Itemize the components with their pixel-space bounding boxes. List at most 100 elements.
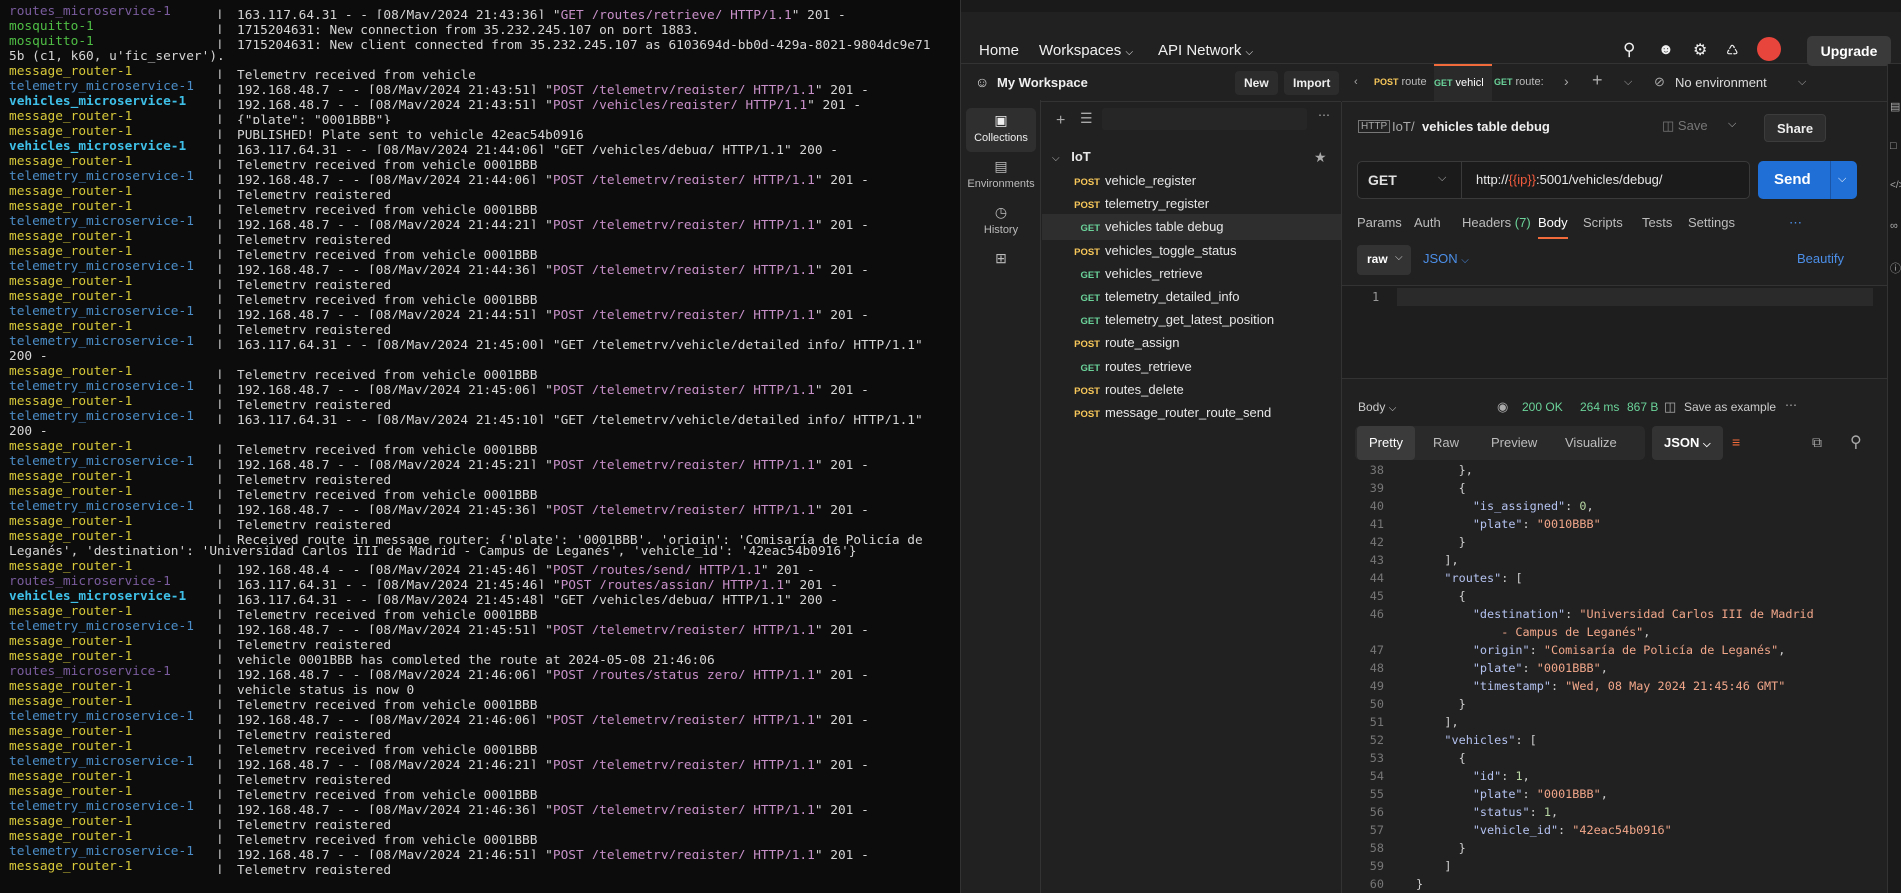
avatar[interactable] (1757, 37, 1781, 61)
wrap-lines-icon[interactable]: ≡ (1732, 434, 1740, 450)
sidebar-item-collections[interactable]: ▣ Collections (966, 108, 1036, 152)
search-icon[interactable]: ⚲ (1623, 40, 1635, 60)
collection-request-item[interactable]: GET vehicles_retrieve (1042, 261, 1341, 287)
workspace-name[interactable]: My Workspace (997, 75, 1088, 90)
tab-preview[interactable]: Preview (1479, 426, 1549, 460)
tab-body[interactable]: Body (1538, 215, 1568, 230)
sidebar-item-environments[interactable]: ▤ Environments (966, 154, 1036, 198)
response-size[interactable]: 867 B (1627, 400, 1658, 414)
service-name: telemetry_microservice-1 (9, 304, 194, 319)
sidebar-item-history[interactable]: ◷ History (966, 200, 1036, 244)
copy-icon[interactable]: ⧉ (1812, 434, 1822, 451)
tab-raw[interactable]: Raw (1421, 426, 1471, 460)
collection-request-item[interactable]: POST telemetry_register (1042, 191, 1341, 217)
more-icon[interactable]: ⋯ (1789, 215, 1802, 231)
sidebar-item-apps[interactable]: ⊞ (966, 246, 1036, 290)
save-as-example-button[interactable]: Save as example (1684, 400, 1776, 414)
collection-request-item[interactable]: POST route_assign (1042, 330, 1341, 356)
add-icon[interactable]: + (1056, 112, 1065, 130)
url-input[interactable]: http://{{ip}}:5001/vehicles/debug/ (1476, 172, 1663, 187)
tab-pretty[interactable]: Pretty (1357, 426, 1415, 460)
log-text: Telemetry registered (237, 188, 392, 199)
chevron-down-icon[interactable]: ⌵ (1728, 118, 1736, 131)
terminal-log[interactable]: routes_microservice-1 | 163.117.64.31 - - … (0, 0, 960, 893)
environment-select[interactable]: No environment (1675, 75, 1767, 90)
status-code[interactable]: 200 OK (1522, 400, 1563, 414)
upgrade-button[interactable]: Upgrade (1807, 36, 1891, 66)
collection-request-item[interactable]: GET telemetry_detailed_info (1042, 284, 1341, 310)
body-lang-select[interactable]: JSON ⌵ (1423, 251, 1469, 266)
new-button[interactable]: New (1235, 71, 1278, 95)
save-button[interactable]: ◫ Save (1662, 118, 1708, 134)
code-token: "Wed, 08 May 2024 21:45:46 GMT" (1565, 679, 1786, 693)
nav-api-network[interactable]: API Network ⌵ (1158, 42, 1253, 59)
response-body[interactable]: 38 }, 39 {40 "is_assigned": 0, 41 "plate":… (1342, 461, 1887, 893)
collection-request-item[interactable]: POST message_router_route_send (1042, 400, 1341, 426)
service-name: message_router-1 (9, 784, 133, 799)
breadcrumb-parent[interactable]: IoT (1392, 119, 1411, 134)
more-icon[interactable]: ⋯ (1785, 398, 1797, 412)
collection-iot[interactable]: ⌵ IoT (1052, 144, 1351, 170)
nav-home[interactable]: Home (979, 42, 1019, 59)
comments-icon[interactable]: □ (1890, 140, 1897, 152)
line-number: 42 (1369, 535, 1384, 549)
related-icon[interactable]: ∞ (1890, 220, 1898, 232)
tab-visualize[interactable]: Visualize (1553, 426, 1629, 460)
filter-icon[interactable]: ☰ (1080, 110, 1093, 127)
request-tab[interactable]: GET route: (1494, 64, 1552, 101)
code-line: 51 ], (1342, 713, 1887, 731)
invite-user-icon[interactable]: ☻ (1658, 41, 1674, 58)
format-select[interactable]: JSON ⌵ (1652, 426, 1723, 460)
request-tab[interactable]: GET vehicl (1434, 64, 1492, 101)
collection-request-item[interactable]: POST vehicles_toggle_status (1042, 238, 1341, 264)
share-button[interactable]: Share (1764, 114, 1827, 142)
service-name: message_router-1 (9, 829, 133, 844)
separator: | (216, 563, 224, 574)
more-icon[interactable]: ⋯ (1318, 108, 1330, 122)
tab-auth[interactable]: Auth (1414, 215, 1441, 230)
chevron-right-icon[interactable]: › (1564, 73, 1569, 89)
collection-request-item[interactable]: GET vehicles table debug (1042, 214, 1341, 241)
info-icon[interactable]: ⓘ (1890, 260, 1901, 276)
chevron-down-icon[interactable]: ⌵ (1438, 172, 1446, 185)
collection-request-item[interactable]: POST routes_delete (1042, 377, 1341, 403)
response-body-select[interactable]: Body ⌵ (1358, 400, 1396, 414)
request-body-editor[interactable]: 1 (1342, 285, 1887, 379)
request-subtabs: Params Auth Headers (7) Body Scripts Tes… (1357, 215, 1901, 239)
import-button[interactable]: Import (1284, 71, 1340, 95)
search-icon[interactable]: ⚲ (1850, 432, 1862, 452)
chevron-down-icon[interactable]: ⌵ (1624, 76, 1632, 89)
tab-tests[interactable]: Tests (1642, 215, 1672, 230)
tab-headers[interactable]: Headers (7) (1462, 215, 1531, 230)
log-text: POST /routes/status_zero/ HTTP/1.1 (552, 668, 815, 679)
log-text: PUBLISHED! Plate sent to vehicle 42eac54… (237, 128, 584, 139)
globe-icon[interactable]: ◉ (1497, 399, 1508, 415)
docs-icon[interactable]: ▤ (1890, 100, 1900, 113)
bell-icon[interactable]: ♺ (1726, 42, 1739, 59)
collection-request-item[interactable]: POST vehicle_register (1042, 168, 1341, 194)
search-input[interactable] (1102, 108, 1307, 130)
response-time[interactable]: 264 ms (1580, 400, 1619, 414)
gear-icon[interactable]: ⚙ (1693, 40, 1707, 60)
chevron-left-icon[interactable]: ‹ (1354, 76, 1358, 88)
log-text: 192.168.48.7 - - [08/May/2024 21:44:51] … (237, 308, 553, 319)
new-tab-icon[interactable]: + (1592, 70, 1603, 91)
beautify-button[interactable]: Beautify (1797, 251, 1844, 266)
request-name: message_router_route_send (1105, 405, 1272, 420)
separator: | (216, 113, 224, 124)
chevron-down-icon[interactable]: ⌵ (1798, 76, 1806, 89)
tab-params[interactable]: Params (1357, 215, 1402, 230)
star-icon[interactable]: ★ (1314, 149, 1327, 166)
nav-workspaces[interactable]: Workspaces ⌵ (1039, 42, 1133, 59)
body-mode-select[interactable]: raw ⌵ (1357, 245, 1411, 275)
method-select[interactable]: GET (1368, 172, 1397, 188)
code-icon[interactable]: </> (1890, 180, 1901, 191)
collection-request-item[interactable]: GET telemetry_get_latest_position (1042, 307, 1341, 333)
send-button[interactable]: Send ⌵ (1758, 161, 1857, 199)
tab-scripts[interactable]: Scripts (1583, 215, 1623, 230)
collection-request-item[interactable]: GET routes_retrieve (1042, 354, 1341, 380)
tab-settings[interactable]: Settings (1688, 215, 1735, 230)
chevron-down-icon[interactable]: ⌵ (1838, 173, 1846, 186)
request-title[interactable]: vehicles table debug (1422, 119, 1550, 134)
request-tab[interactable]: POST route (1374, 64, 1432, 101)
